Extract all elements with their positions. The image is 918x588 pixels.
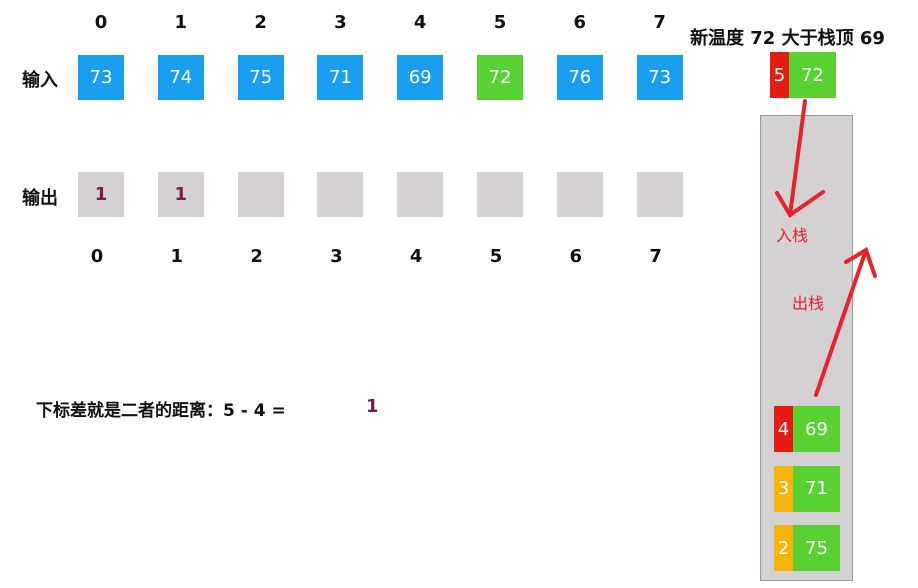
formula-text: 下标差就是二者的距离：5 - 4 =	[36, 401, 286, 421]
arrows	[775, 99, 877, 397]
pop-label: 出栈	[792, 294, 825, 313]
pop-arrow	[814, 247, 877, 397]
formula-result: 1	[366, 396, 379, 417]
push-label: 入栈	[776, 226, 809, 245]
push-arrow	[775, 99, 825, 218]
